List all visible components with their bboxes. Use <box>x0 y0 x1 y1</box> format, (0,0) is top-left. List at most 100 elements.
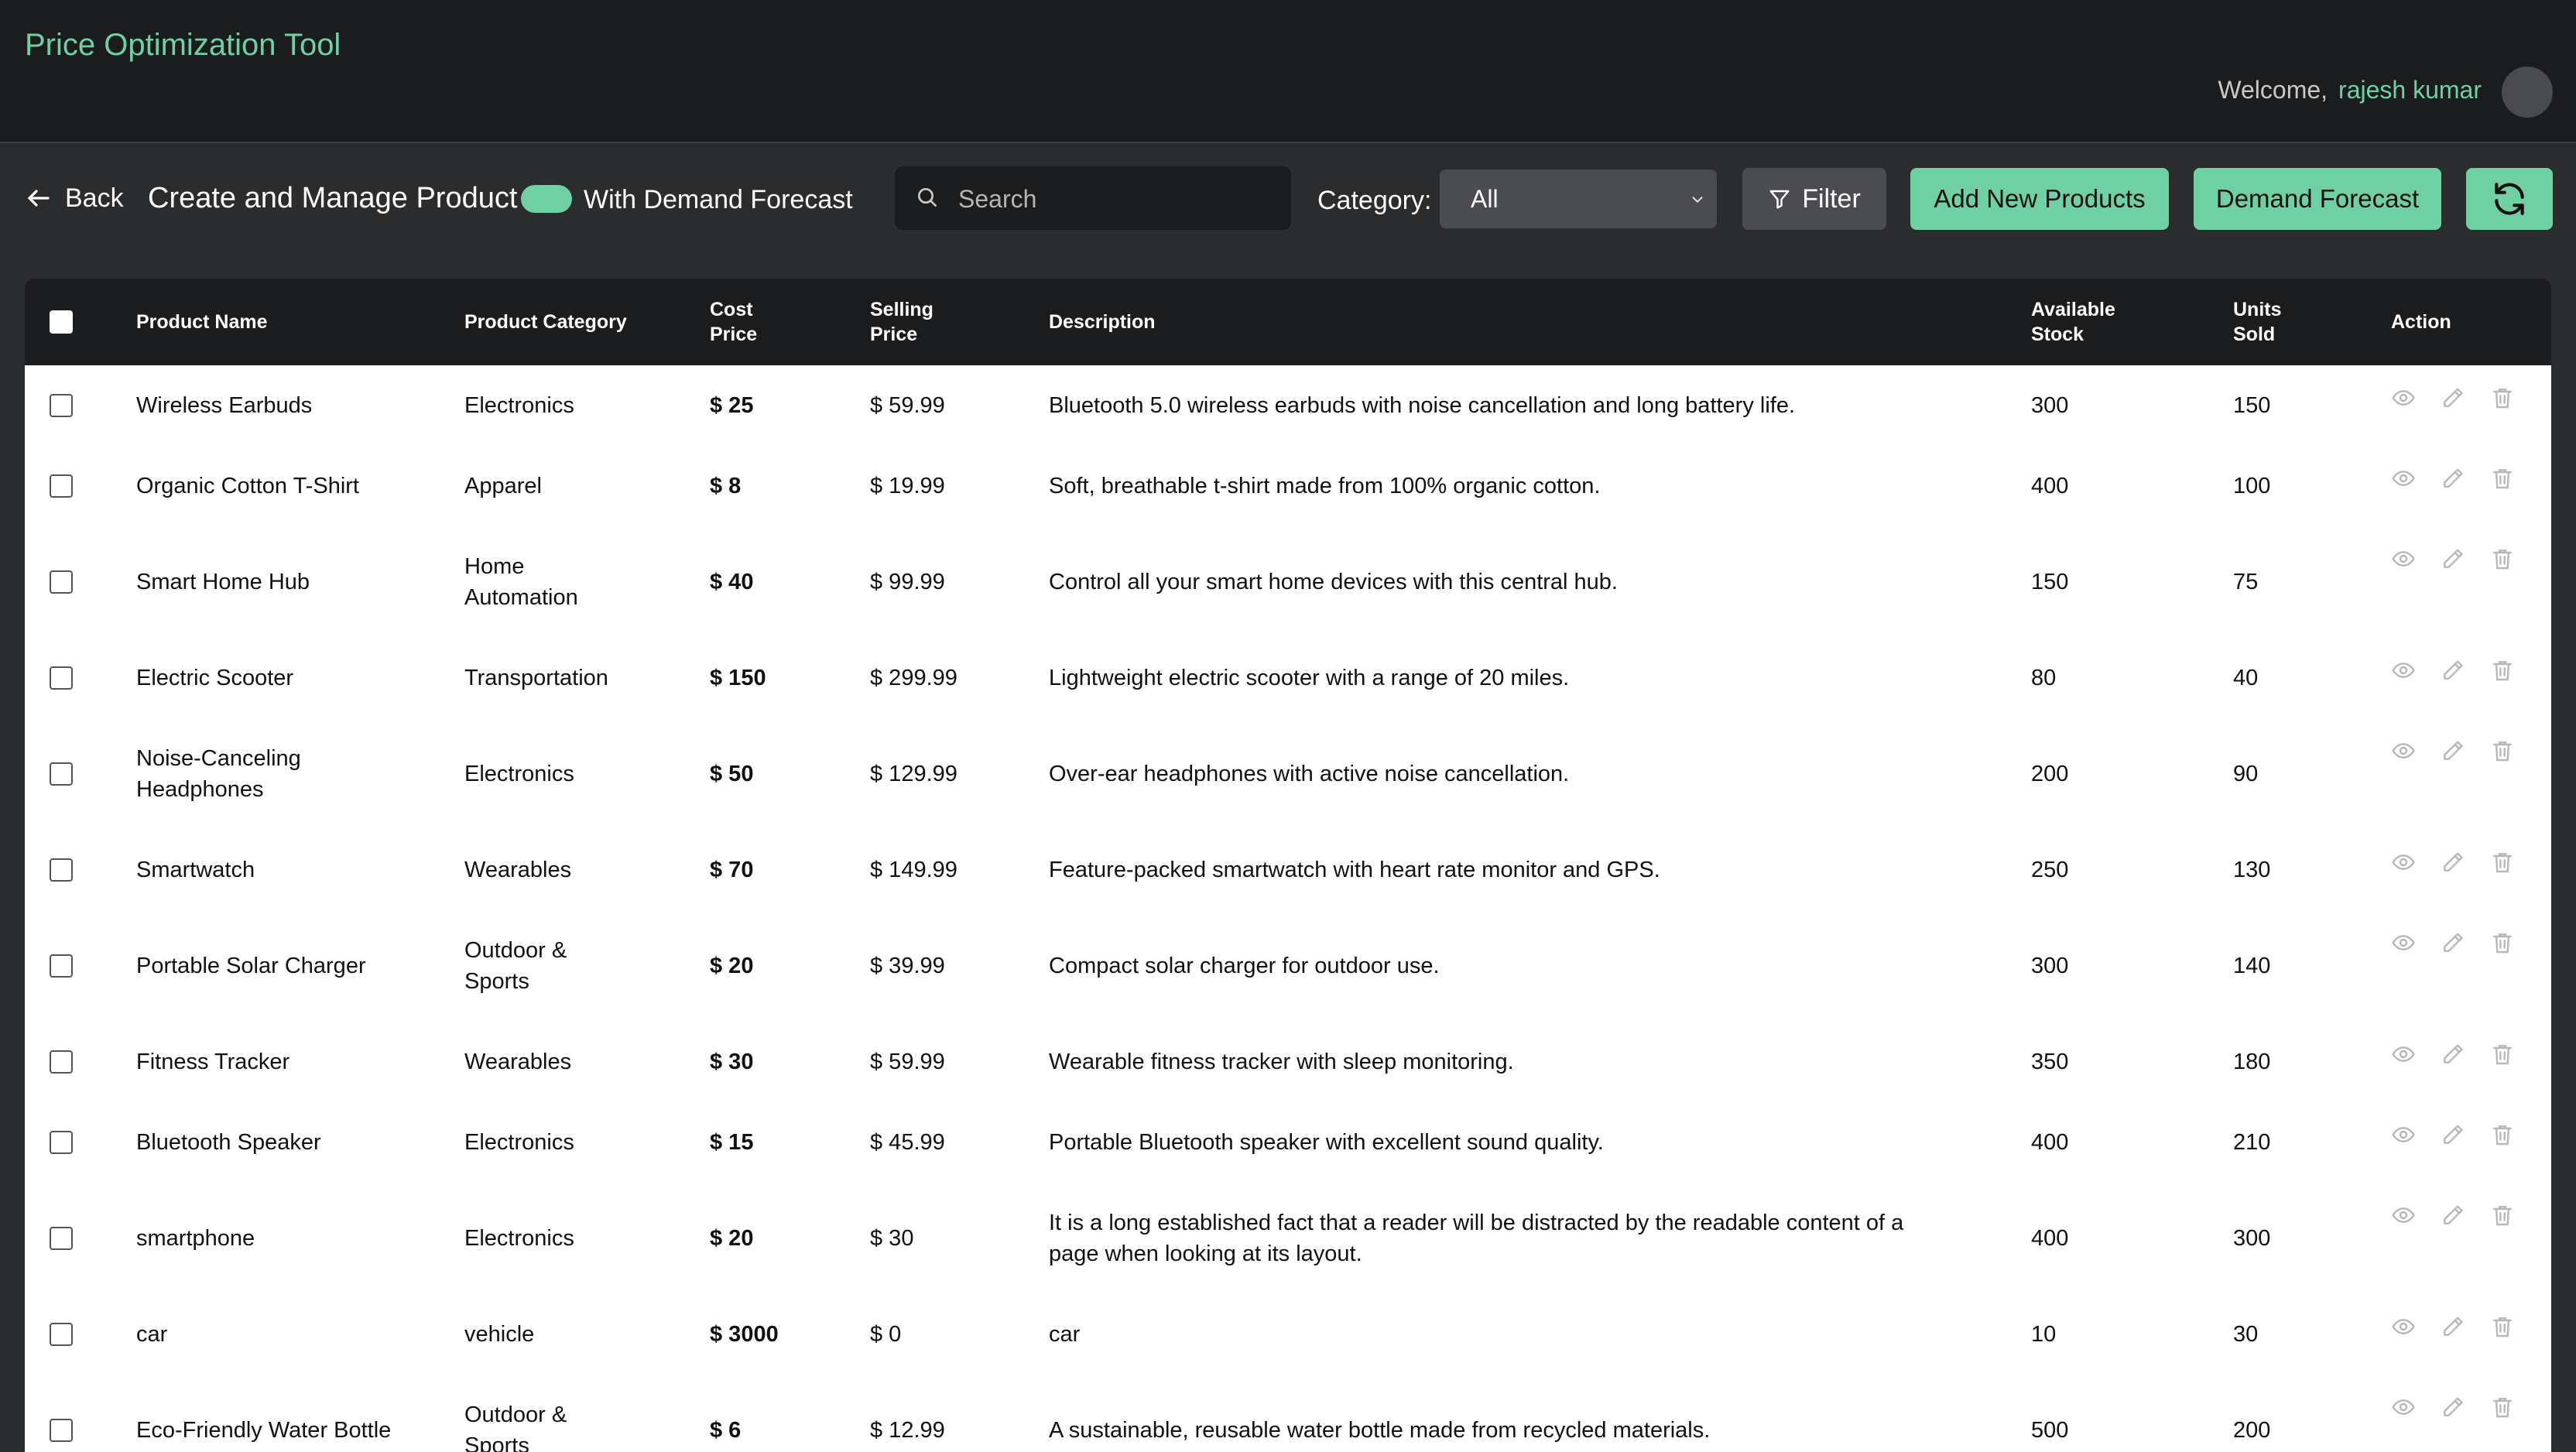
eye-icon[interactable] <box>2391 658 2416 683</box>
table-row[interactable]: car vehicle $ 3000 $ 0 car 10 30 <box>25 1294 2551 1375</box>
trash-icon[interactable] <box>2490 1042 2515 1067</box>
trash-icon[interactable] <box>2490 850 2515 875</box>
table-row[interactable]: Fitness Tracker Wearables $ 30 $ 59.99 Weara… <box>25 1022 2551 1102</box>
welcome-text: Welcome, rajesh kumar <box>2218 76 2482 104</box>
row-checkbox[interactable] <box>50 1323 73 1346</box>
product-name: smartphone <box>136 1226 255 1251</box>
trash-icon[interactable] <box>2490 385 2515 410</box>
page-title: Create and Manage Product <box>148 182 518 214</box>
table-row[interactable]: Electric Scooter Transportation $ 150 $ 299… <box>25 638 2551 718</box>
row-checkbox[interactable] <box>50 666 73 690</box>
eye-icon[interactable] <box>2391 466 2416 491</box>
row-checkbox[interactable] <box>50 1131 73 1154</box>
pencil-icon[interactable] <box>2441 546 2465 571</box>
demand-forecast-toggle[interactable] <box>521 185 572 213</box>
selling-price: $ 19.99 <box>870 474 945 498</box>
trash-icon[interactable] <box>2490 546 2515 571</box>
trash-icon[interactable] <box>2490 466 2515 491</box>
pencil-icon[interactable] <box>2441 1042 2465 1067</box>
eye-icon[interactable] <box>2391 1042 2416 1067</box>
trash-icon[interactable] <box>2490 1314 2515 1339</box>
pencil-icon[interactable] <box>2441 385 2465 410</box>
table-row[interactable]: Smartwatch Wearables $ 70 $ 149.99 Feature-p… <box>25 830 2551 910</box>
category-select[interactable]: All <box>1440 170 1717 228</box>
trash-icon[interactable] <box>2490 1395 2515 1419</box>
description: Over-ear headphones with active noise ca… <box>1049 762 1570 786</box>
eye-icon[interactable] <box>2391 1314 2416 1339</box>
selling-price: $ 0 <box>870 1322 902 1347</box>
column-header[interactable]: Units Sold <box>2233 279 2391 365</box>
row-actions <box>2391 638 2551 718</box>
select-all-checkbox[interactable] <box>50 310 73 334</box>
column-header[interactable]: Selling Price <box>870 279 1049 365</box>
selling-price: $ 99.99 <box>870 570 945 594</box>
eye-icon[interactable] <box>2391 850 2416 875</box>
pencil-icon[interactable] <box>2441 1203 2465 1228</box>
row-checkbox[interactable] <box>50 954 73 978</box>
product-category: Transportation <box>464 666 608 690</box>
back-button[interactable]: Back <box>25 180 124 216</box>
units-sold: 30 <box>2233 1322 2259 1347</box>
table-row[interactable]: Organic Cotton T-Shirt Apparel $ 8 $ 19.99 S… <box>25 446 2551 526</box>
description: Control all your smart home devices with… <box>1049 570 1618 594</box>
row-checkbox[interactable] <box>50 474 73 498</box>
eye-icon[interactable] <box>2391 385 2416 410</box>
table-row[interactable]: Wireless Earbuds Electronics $ 25 $ 59.99 Bl… <box>25 365 2551 446</box>
pencil-icon[interactable] <box>2441 850 2465 875</box>
eye-icon[interactable] <box>2391 1122 2416 1147</box>
trash-icon[interactable] <box>2490 1203 2515 1228</box>
row-checkbox[interactable] <box>50 762 73 786</box>
filter-button[interactable]: Filter <box>1742 168 1886 230</box>
units-sold: 180 <box>2233 1050 2271 1074</box>
pencil-icon[interactable] <box>2441 658 2465 683</box>
eye-icon[interactable] <box>2391 738 2416 763</box>
refresh-button[interactable] <box>2466 168 2553 230</box>
cost-price: $ 25 <box>710 393 754 418</box>
row-checkbox[interactable] <box>50 858 73 882</box>
trash-icon[interactable] <box>2490 738 2515 763</box>
add-new-products-button[interactable]: Add New Products <box>1910 168 2169 230</box>
pencil-icon[interactable] <box>2441 930 2465 955</box>
row-actions <box>2391 365 2551 446</box>
column-header[interactable]: Available Stock <box>2031 279 2233 365</box>
available-stock: 400 <box>2031 474 2069 498</box>
eye-icon[interactable] <box>2391 546 2416 571</box>
pencil-icon[interactable] <box>2441 1122 2465 1147</box>
column-header[interactable]: Description <box>1049 279 2031 365</box>
table-row[interactable]: Smart Home Hub Home Automation $ 40 $ 99.99… <box>25 526 2551 638</box>
search-input[interactable] <box>957 166 1277 231</box>
eye-icon[interactable] <box>2391 1203 2416 1228</box>
pencil-icon[interactable] <box>2441 466 2465 491</box>
demand-forecast-button[interactable]: Demand Forecast <box>2194 168 2441 230</box>
trash-icon[interactable] <box>2490 1122 2515 1147</box>
description: It is a long established fact that a rea… <box>1049 1211 1904 1266</box>
row-actions <box>2391 1183 2551 1294</box>
eye-icon[interactable] <box>2391 1395 2416 1419</box>
column-header[interactable]: Product Name <box>136 279 464 365</box>
eye-icon[interactable] <box>2391 930 2416 955</box>
selling-price: $ 39.99 <box>870 954 945 978</box>
cost-price: $ 50 <box>710 762 754 786</box>
column-header[interactable]: Product Category <box>464 279 710 365</box>
pencil-icon[interactable] <box>2441 1395 2465 1419</box>
available-stock: 300 <box>2031 954 2069 978</box>
column-header[interactable]: Cost Price <box>710 279 870 365</box>
table-row[interactable]: Eco-Friendly Water Bottle Outdoor & Sport… <box>25 1375 2551 1452</box>
trash-icon[interactable] <box>2490 658 2515 683</box>
row-checkbox[interactable] <box>50 1050 73 1074</box>
product-name: Bluetooth Speaker <box>136 1130 321 1155</box>
product-name: Eco-Friendly Water Bottle <box>136 1418 392 1443</box>
row-checkbox[interactable] <box>50 1419 73 1442</box>
table-row[interactable]: smartphone Electronics $ 20 $ 30 It is a lon… <box>25 1183 2551 1294</box>
row-checkbox[interactable] <box>50 1227 73 1250</box>
row-checkbox[interactable] <box>50 394 73 417</box>
table-row[interactable]: Portable Solar Charger Outdoor & Sports $ … <box>25 910 2551 1022</box>
row-checkbox[interactable] <box>50 570 73 594</box>
table-row[interactable]: Noise-Canceling Headphones Electronics $ 5… <box>25 718 2551 830</box>
table-row[interactable]: Bluetooth Speaker Electronics $ 15 $ 45.99 P… <box>25 1102 2551 1183</box>
pencil-icon[interactable] <box>2441 738 2465 763</box>
product-name: Portable Solar Charger <box>136 954 366 978</box>
avatar[interactable] <box>2502 67 2553 118</box>
trash-icon[interactable] <box>2490 930 2515 955</box>
pencil-icon[interactable] <box>2441 1314 2465 1339</box>
